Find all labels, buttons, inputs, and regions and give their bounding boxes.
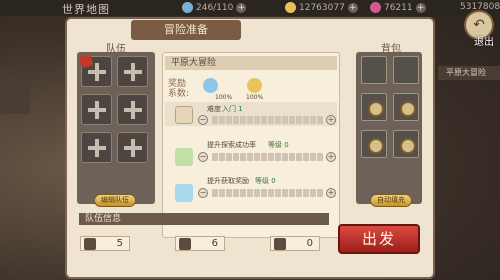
stamina-value: 246/110 (196, 2, 234, 13)
reward-pct-2: 100% (246, 94, 264, 101)
bag-slot-locked[interactable] (393, 93, 419, 121)
success-plus-button[interactable]: + (326, 152, 336, 162)
reward-coef-label: 系数: (168, 89, 190, 99)
stat-power-value: 5 (116, 238, 123, 249)
gold-resource: 12763077 + (285, 2, 358, 13)
plus-icon (87, 100, 106, 119)
reward-boost-title: 提升获取奖励 (207, 177, 249, 185)
leaf-crystal-icon (175, 148, 193, 166)
world-map-title: 世界地图 (62, 3, 110, 16)
adventure-title: 平原大冒险 (165, 56, 337, 70)
difficulty-track (212, 116, 323, 124)
gold-value: 12763077 (299, 2, 345, 13)
stat-power: 5 (80, 236, 130, 251)
crystal-reward-icon (203, 78, 218, 93)
team-slot[interactable] (81, 94, 112, 125)
lightning-icon (84, 237, 96, 250)
team-slot[interactable] (117, 56, 148, 87)
gem-icon (370, 2, 381, 13)
coin-reward-icon (247, 78, 262, 93)
stat-torch-value: 6 (211, 238, 218, 249)
stamina-resource: 246/110 + (182, 2, 247, 13)
plus-icon (123, 100, 142, 119)
depart-button[interactable]: 出发 (338, 224, 420, 254)
plus-icon (87, 138, 106, 157)
panel-header: 冒险准备 (131, 20, 241, 40)
bag-slot-locked[interactable] (361, 130, 387, 158)
stat-eye: 0 (270, 236, 320, 251)
coin-icon (285, 2, 296, 13)
team-slot[interactable] (117, 132, 148, 163)
return-arrow-icon: ↶ (473, 17, 485, 33)
eye-icon (274, 237, 286, 250)
plus-icon (87, 62, 106, 81)
plus-icon (123, 62, 142, 81)
difficulty-level: 入门 1 (222, 105, 243, 113)
right-side-label: 平原大冒险 (438, 66, 500, 80)
reward-plus-button[interactable]: + (326, 188, 336, 198)
reward-boost-level: 等级 0 (255, 177, 276, 185)
add-stamina-button[interactable]: + (236, 2, 247, 13)
success-level: 等级 0 (268, 141, 289, 149)
edit-team-button[interactable]: 编辑队伍 (94, 194, 136, 207)
left-side-tab[interactable] (0, 82, 30, 114)
bag-slot[interactable] (361, 56, 387, 84)
stat-torch: 6 (175, 236, 225, 251)
team-slot[interactable] (117, 94, 148, 125)
plus-icon (123, 138, 142, 157)
team-info-bar: 队伍信息 (79, 213, 329, 225)
exit-label: 退出 (474, 37, 494, 48)
stat-eye-value: 0 (306, 238, 313, 249)
reward-track (212, 189, 323, 197)
torch-icon (179, 237, 191, 250)
bag-slot-locked[interactable] (361, 93, 387, 121)
bag-slot[interactable] (393, 56, 419, 84)
reward-pct-1: 100% (215, 94, 233, 101)
bag-slot-locked[interactable] (393, 130, 419, 158)
auto-fill-button[interactable]: 自动填充 (370, 194, 412, 207)
team-slot[interactable] (78, 53, 112, 87)
team-slot[interactable] (81, 132, 112, 163)
difficulty-plus-button[interactable]: + (326, 115, 336, 125)
success-title: 提升探索成功率 (207, 141, 256, 149)
success-track (212, 153, 323, 161)
reward-minus-button[interactable]: − (198, 188, 208, 198)
add-gold-button[interactable]: + (347, 2, 358, 13)
difficulty-minus-button[interactable]: − (198, 115, 208, 125)
lightning-icon (182, 2, 193, 13)
add-gem-button[interactable]: + (415, 2, 426, 13)
success-minus-button[interactable]: − (198, 152, 208, 162)
gem-value: 76211 (384, 2, 413, 13)
gem-resource: 76211 + (370, 2, 426, 13)
difficulty-title: 难度 (207, 105, 221, 113)
ice-crystal-icon (175, 184, 193, 202)
fox-icon (175, 106, 193, 124)
